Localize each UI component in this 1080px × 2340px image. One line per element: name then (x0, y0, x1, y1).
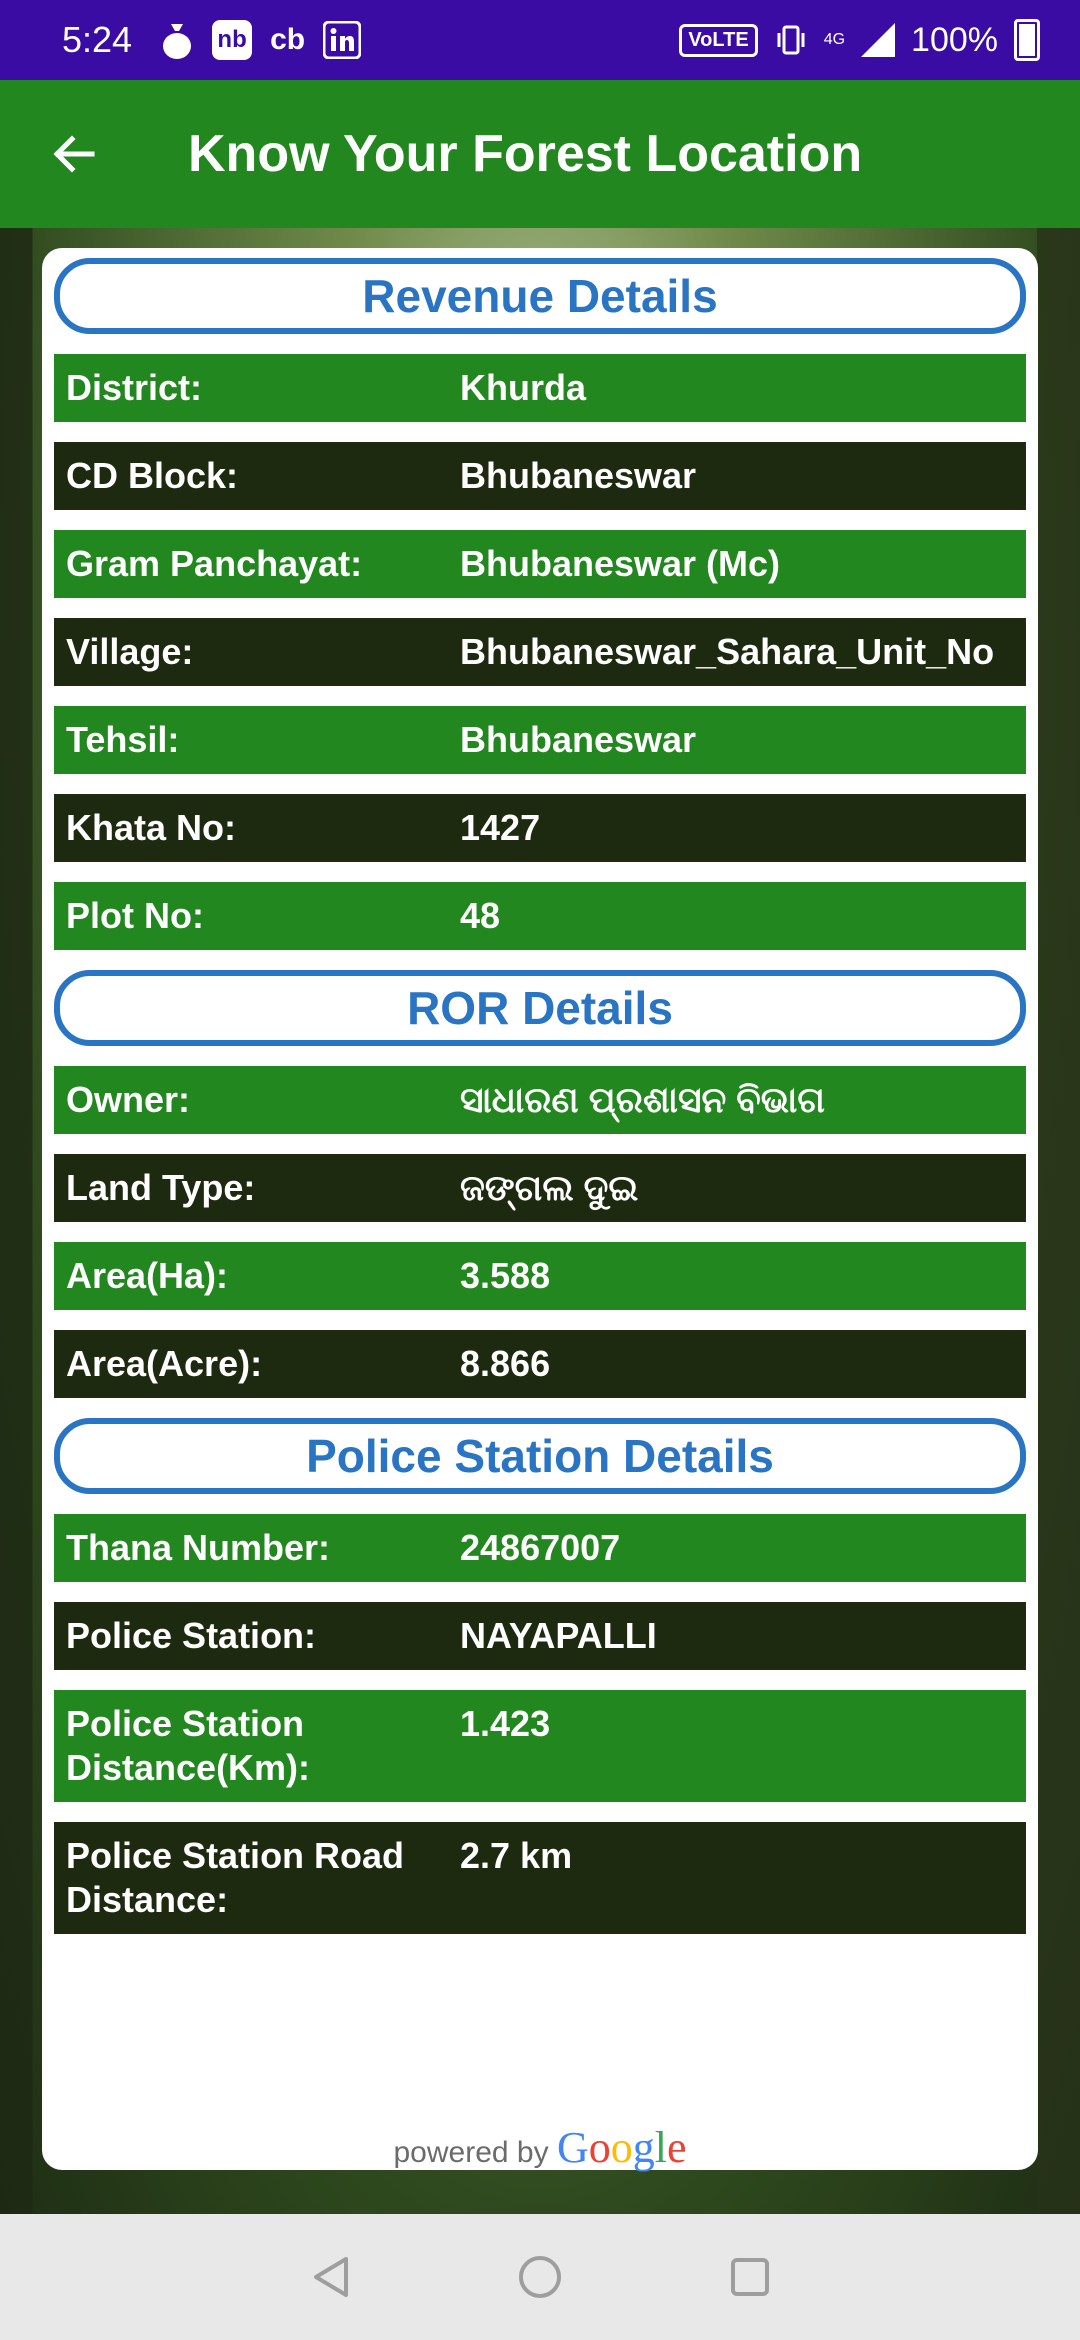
detail-value: NAYAPALLI (460, 1615, 657, 1656)
detail-row: Tehsil: Bhubaneswar (54, 706, 1026, 774)
battery-percent: 100% (911, 20, 998, 59)
detail-row: Police Station Road Distance: 2.7 km (54, 1822, 1026, 1934)
detail-row: Thana Number: 24867007 (54, 1514, 1026, 1582)
nb-app-icon: nb (212, 20, 253, 60)
detail-label: Gram Panchayat: (66, 543, 363, 584)
detail-value: Bhubaneswar (460, 455, 697, 496)
detail-label: Police Station Road Distance: (66, 1835, 405, 1920)
ror-details-header: ROR Details (54, 970, 1026, 1046)
detail-value: Khurda (460, 367, 586, 408)
detail-value: Bhubaneswar (460, 719, 697, 760)
detail-label: Thana Number: (66, 1527, 331, 1568)
google-logo-letter: o (588, 2123, 611, 2172)
linkedin-icon (323, 21, 362, 59)
detail-label: Village: (66, 631, 194, 672)
navigation-bar (0, 2214, 1080, 2340)
detail-row: Village: Bhubaneswar_Sahara_Unit_No (54, 618, 1026, 686)
detail-row: Police Station: NAYAPALLI (54, 1602, 1026, 1670)
nav-recents-button[interactable] (720, 2247, 780, 2307)
cb-app-icon: cb (270, 23, 306, 56)
detail-row: Khata No: 1427 (54, 794, 1026, 862)
detail-label: Tehsil: (66, 719, 180, 760)
detail-row: Owner: ସାଧାରଣ ପ୍ରଶାସନ ବିଭାଗ (54, 1066, 1026, 1134)
powered-by-google: powered by Google (42, 2122, 1038, 2173)
notification-icons: nb cb (160, 20, 362, 60)
revenue-details-list: District: Khurda CD Block: Bhubaneswar Gram … (54, 354, 1026, 950)
detail-value: Bhubaneswar_Sahara_Unit_No (460, 631, 995, 672)
google-logo-letter: e (666, 2123, 687, 2172)
signal-icon (861, 23, 896, 57)
details-card[interactable]: Revenue Details District: Khurda CD Block:… (42, 248, 1038, 2173)
revenue-details-header: Revenue Details (54, 258, 1026, 334)
detail-label: Police Station: (66, 1615, 317, 1656)
back-button[interactable] (24, 104, 124, 204)
nav-home-button[interactable] (510, 2247, 570, 2307)
detail-label: Land Type: (66, 1167, 256, 1208)
detail-label: Area(Ha): (66, 1255, 229, 1296)
detail-label: Khata No: (66, 807, 236, 848)
page-title: Know Your Forest Location (188, 125, 863, 183)
detail-row: Area(Acre): 8.866 (54, 1330, 1026, 1398)
system-icons: VoLTE 4G 100% (679, 19, 1040, 61)
google-logo-letter: G (556, 2123, 589, 2172)
detail-value: 1.423 (460, 1703, 551, 1744)
detail-row: Police Station Distance(Km): 1.423 (54, 1690, 1026, 1802)
detail-value: ଜଙ୍ଗଲ ଦୁଇ (460, 1167, 639, 1208)
powered-by-text: powered by (393, 2136, 549, 2169)
nav-back-button[interactable] (300, 2247, 360, 2307)
network-type: 4G (823, 31, 846, 48)
detail-label: Police Station Distance(Km): (66, 1703, 311, 1788)
google-logo-letter: o (610, 2123, 633, 2172)
detail-label: CD Block: (66, 455, 239, 496)
detail-value: 3.588 (460, 1255, 551, 1296)
detail-row: District: Khurda (54, 354, 1026, 422)
ror-details-list: Owner: ସାଧାରଣ ପ୍ରଶାସନ ବିଭାଗ Land Type: ଜଙ୍ଗ… (54, 1066, 1026, 1398)
detail-row: Plot No: 48 (54, 882, 1026, 950)
detail-row: Land Type: ଜଙ୍ଗଲ ଦୁଇ (54, 1154, 1026, 1222)
triangle-back-icon (314, 2257, 348, 2297)
detail-label: Owner: (66, 1079, 191, 1120)
police-station-details-header: Police Station Details (54, 1418, 1026, 1494)
detail-value: 48 (460, 895, 501, 936)
detail-value: Bhubaneswar (Mc) (460, 543, 781, 584)
app-bar: Know Your Forest Location (0, 80, 1080, 228)
detail-value: 2.7 km (460, 1835, 573, 1876)
detail-label: District: (66, 367, 203, 408)
detail-value: 1427 (460, 807, 541, 848)
battery-icon (1014, 19, 1040, 61)
arrow-left-icon (53, 135, 95, 173)
status-time: 5:24 (62, 19, 133, 60)
detail-value: 8.866 (460, 1343, 551, 1384)
police-details-list: Thana Number: 24867007 Police Station: NAYA… (54, 1514, 1026, 1934)
vibrate-icon (777, 25, 805, 55)
volte-badge: VoLTE (679, 23, 758, 57)
status-bar: 5:24 nb cb VoLTE 4G 100% (0, 0, 1080, 80)
circle-home-icon (519, 2256, 561, 2298)
square-recents-icon (731, 2258, 769, 2296)
detail-label: Area(Acre): (66, 1343, 263, 1384)
detail-row: Gram Panchayat: Bhubaneswar (Mc) (54, 530, 1026, 598)
detail-value: ସାଧାରଣ ପ୍ରଶାସନ ବିଭାଗ (460, 1079, 825, 1120)
detail-label: Plot No: (66, 895, 204, 936)
detail-row: Area(Ha): 3.588 (54, 1242, 1026, 1310)
detail-row: CD Block: Bhubaneswar (54, 442, 1026, 510)
detail-value: 24867007 (460, 1527, 621, 1568)
google-logo-letter: g (632, 2123, 655, 2172)
money-bag-icon (163, 24, 192, 59)
google-logo: Google (557, 2123, 687, 2172)
google-logo-letter: l (654, 2123, 667, 2172)
